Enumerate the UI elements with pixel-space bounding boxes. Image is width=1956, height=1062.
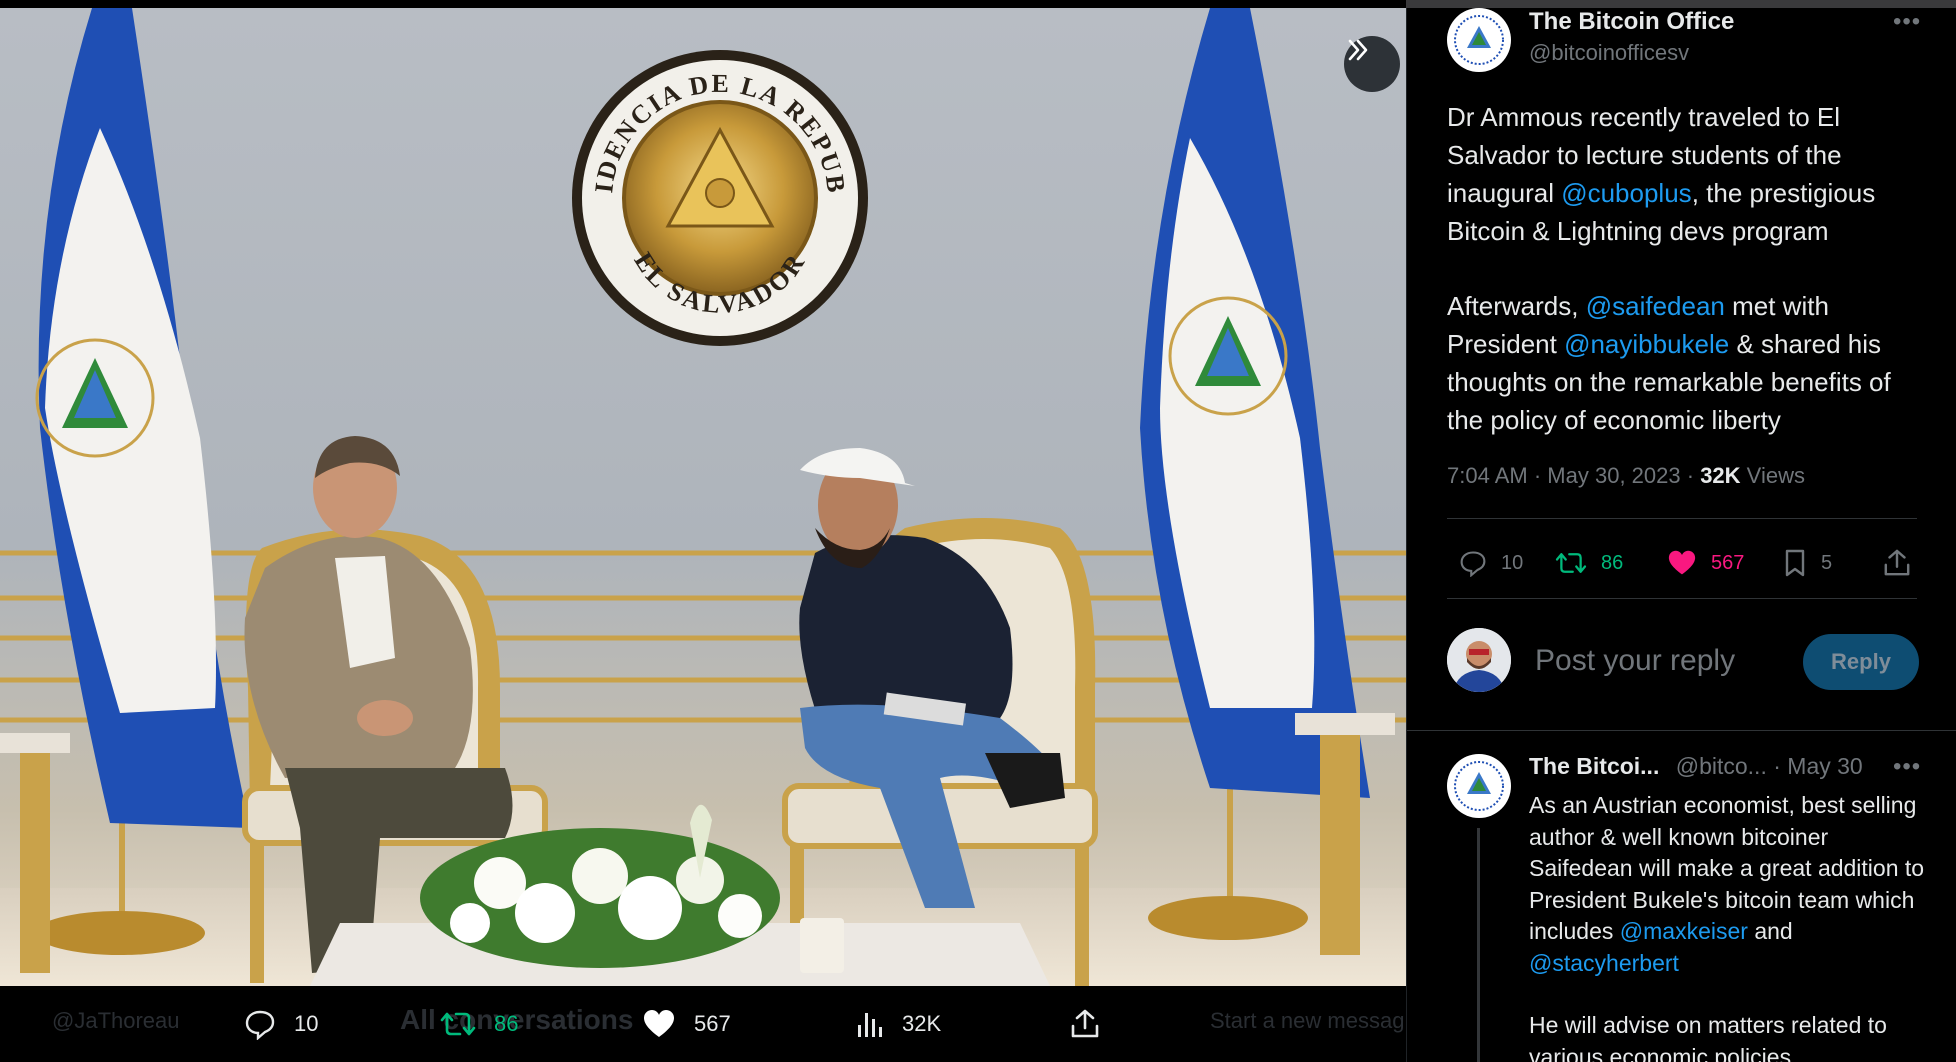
reply-author-name[interactable]: The Bitcoi... <box>1529 753 1659 779</box>
reply-text-span: and <box>1747 918 1793 944</box>
tweet-photo[interactable]: PRESIDENCIA DE LA REPUBLICA EL SALVADOR <box>0 8 1406 986</box>
reply-author-avatar[interactable] <box>1447 754 1511 818</box>
current-user-avatar[interactable] <box>1447 628 1511 692</box>
left-flag <box>35 8 250 955</box>
share-icon <box>1071 1009 1099 1038</box>
reply-button[interactable]: 10 <box>1459 538 1523 588</box>
tweet-time[interactable]: 7:04 AM <box>1447 463 1528 488</box>
media-views-count: 32K <box>902 1011 942 1036</box>
reply-text: As an Austrian economist, best selling a… <box>1529 790 1929 1062</box>
author-block[interactable]: The Bitcoin Office @bitcoinofficesv <box>1529 8 1734 66</box>
bookmark-button[interactable]: 5 <box>1783 538 1832 588</box>
reply-input[interactable] <box>1535 636 1785 686</box>
mention-link[interactable]: @cuboplus <box>1561 178 1691 208</box>
share-icon <box>1884 549 1910 576</box>
tweet-paragraph-1: Dr Ammous recently traveled to El Salvad… <box>1447 98 1917 250</box>
tweet-text: Dr Ammous recently traveled to El Salvad… <box>1447 98 1917 476</box>
tweet-date[interactable]: May 30, 2023 <box>1547 463 1680 488</box>
media-reply-button[interactable]: 10 <box>244 986 318 1062</box>
tweet-meta: 7:04 AM · May 30, 2023 · 32K Views <box>1447 463 1805 489</box>
tweet-detail-panel: The Bitcoin Office @bitcoinofficesv ••• … <box>1406 8 1956 1062</box>
tweet-views-count: 32K <box>1700 463 1741 488</box>
el-salvador-seal-icon <box>1454 761 1504 811</box>
author-name[interactable]: The Bitcoin Office <box>1529 8 1734 36</box>
next-media-button[interactable] <box>1344 36 1400 92</box>
more-options-icon[interactable]: ••• <box>1893 8 1921 36</box>
tweet-paragraph-2: Afterwards, @saifedean met with Presiden… <box>1447 287 1917 439</box>
media-retweet-button[interactable]: 86 <box>440 986 518 1062</box>
media-retweet-count: 86 <box>494 1011 519 1036</box>
mention-link[interactable]: @nayibbukele <box>1564 329 1729 359</box>
tweet-views-label: Views <box>1746 463 1805 488</box>
user-photo-icon <box>1447 628 1511 692</box>
reply-submit-button[interactable]: Reply <box>1803 634 1919 690</box>
meta-separator: · <box>1533 463 1548 488</box>
divider <box>1447 518 1917 519</box>
tweet-text-span: Afterwards, <box>1447 291 1586 321</box>
background-handle-ghost: @JaThoreau <box>52 1008 180 1033</box>
mention-link[interactable]: @maxkeiser <box>1620 918 1748 944</box>
author-avatar[interactable] <box>1447 8 1511 72</box>
media-views-button[interactable]: 32K <box>856 986 941 1062</box>
heart-icon <box>644 1010 674 1037</box>
thread-line <box>1477 828 1480 1062</box>
mention-link[interactable]: @saifedean <box>1586 291 1725 321</box>
reply-composer: Reply <box>1447 628 1927 698</box>
bookmark-icon <box>1785 549 1805 577</box>
retweet-count: 86 <box>1601 551 1624 574</box>
media-like-count: 567 <box>694 1011 731 1036</box>
divider <box>1447 598 1917 599</box>
reply-header: The Bitcoi... @bitco... · May 30 <box>1529 753 1863 780</box>
el-salvador-seal-icon <box>1454 15 1504 65</box>
reply-more-options-icon[interactable]: ••• <box>1893 753 1921 781</box>
views-chart-icon <box>858 1013 882 1037</box>
like-button[interactable]: 567 <box>1667 538 1744 588</box>
reply-count: 10 <box>1501 551 1524 574</box>
bookmark-count: 5 <box>1821 551 1833 574</box>
divider <box>1407 730 1956 731</box>
reply-date[interactable]: May 30 <box>1787 753 1862 779</box>
author-handle[interactable]: @bitcoinofficesv <box>1529 40 1734 66</box>
retweet-button[interactable]: 86 <box>1555 538 1623 588</box>
retweet-icon <box>1555 553 1587 573</box>
reply-paragraph-2: He will advise on matters related to var… <box>1529 1012 1887 1062</box>
share-button[interactable] <box>1883 538 1911 588</box>
reply-author-handle[interactable]: @bitco... <box>1676 753 1767 779</box>
media-viewer: PRESIDENCIA DE LA REPUBLICA EL SALVADOR <box>0 0 1406 1062</box>
retweet-icon <box>440 1012 476 1036</box>
photo-scene: PRESIDENCIA DE LA REPUBLICA EL SALVADOR <box>0 8 1406 986</box>
chevron-double-right-icon <box>1348 39 1368 61</box>
reply-icon <box>1460 551 1486 577</box>
heart-filled-icon <box>1668 550 1696 575</box>
reply-paragraph-1: As an Austrian economist, best selling a… <box>1529 790 1929 979</box>
like-count: 567 <box>1711 551 1745 574</box>
media-like-button[interactable]: 567 <box>642 986 731 1062</box>
meta-separator: · <box>1773 753 1788 779</box>
reply-icon <box>245 1010 275 1040</box>
mention-link[interactable]: @stacyherbert <box>1529 950 1679 976</box>
meta-separator: · <box>1686 463 1701 488</box>
tweet-action-bar: 10 86 567 5 <box>1447 538 1917 588</box>
media-action-bar: @JaThoreau All conversations Start a new… <box>0 986 1406 1062</box>
background-message-ghost: Start a new messag <box>1210 1008 1405 1033</box>
media-reply-count: 10 <box>294 1011 319 1036</box>
media-share-button[interactable] <box>1070 986 1100 1062</box>
